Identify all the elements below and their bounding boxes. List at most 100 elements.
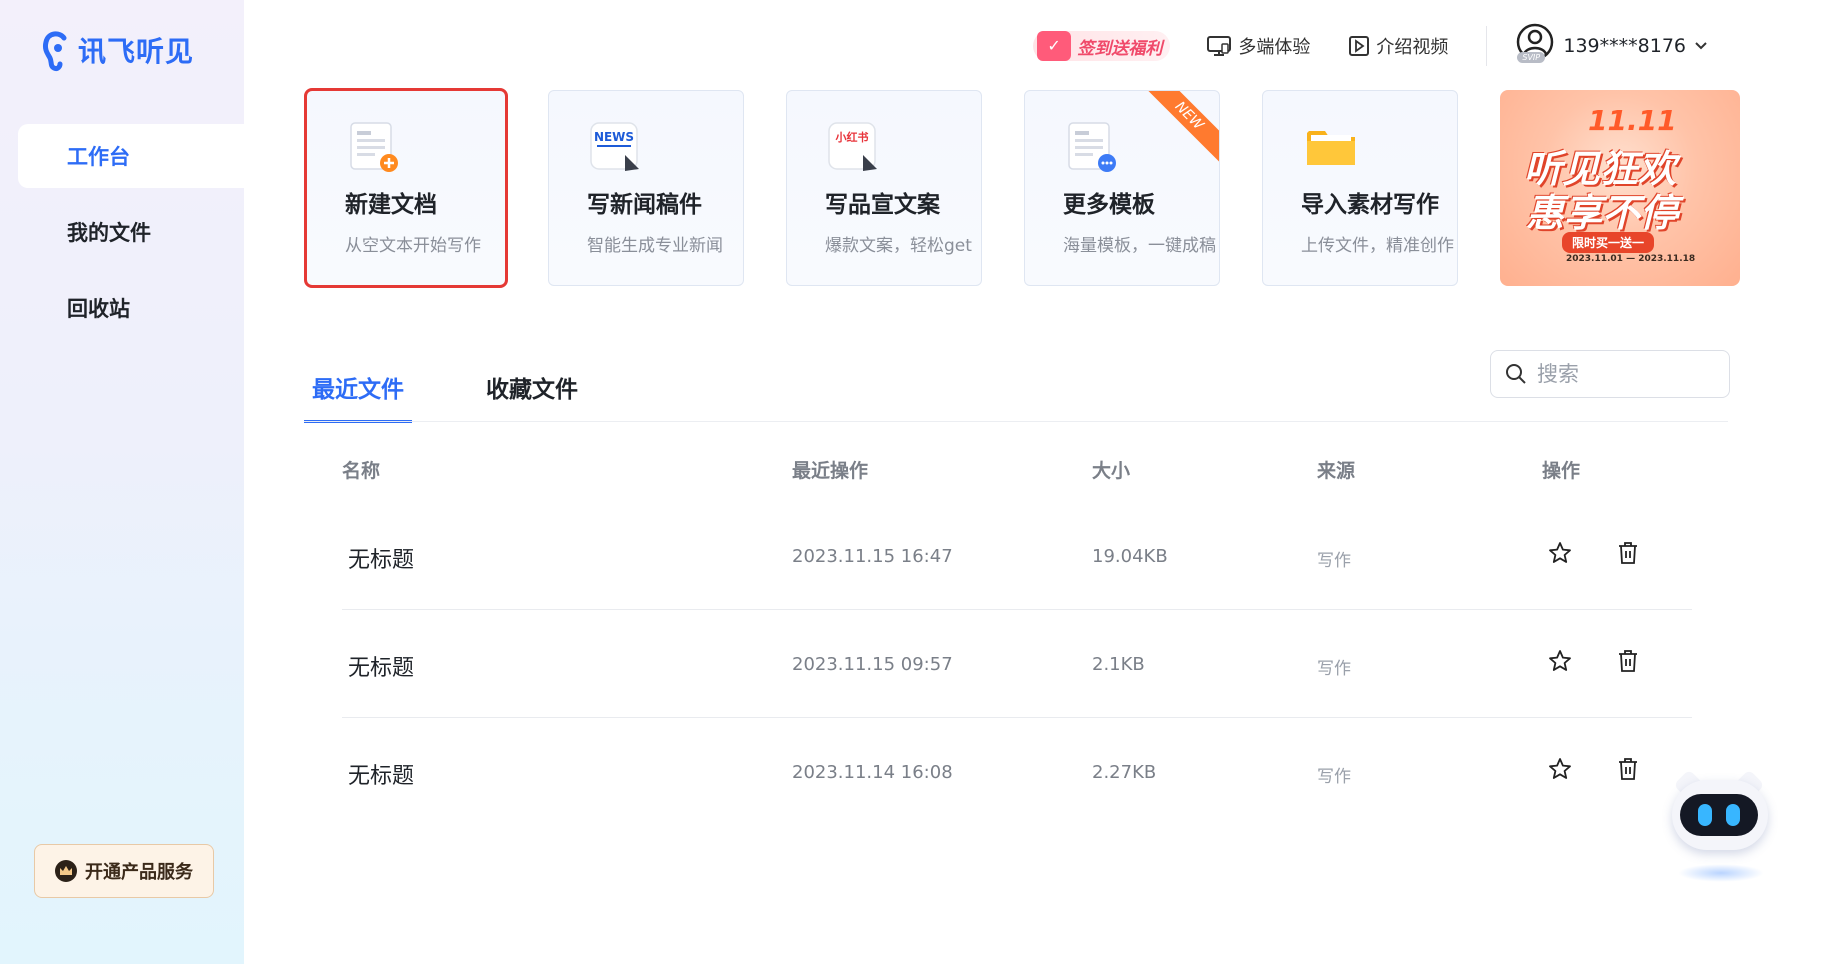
card-title: 写新闻稿件 <box>587 192 702 218</box>
xiaohongshu-icon: 小红书 <box>827 121 879 173</box>
row-actions <box>1548 648 1640 674</box>
news-icon-text: NEWS <box>594 130 634 144</box>
card-desc: 爆款文案，轻松get <box>825 236 972 256</box>
subscribe-button[interactable]: 开通产品服务 <box>34 844 214 898</box>
robot-glow <box>1678 864 1764 882</box>
row-actions <box>1548 540 1640 566</box>
col-time-header: 最近操作 <box>792 460 869 482</box>
tabs-divider <box>304 421 1728 422</box>
banner-period: 2023.11.01 — 2023.11.18 <box>1566 254 1696 264</box>
top-header: 签到送福利 多端体验 介绍视频 <box>1033 22 1708 70</box>
logo[interactable]: 讯飞听见 <box>40 28 194 72</box>
intro-video-link[interactable]: 介绍视频 <box>1348 33 1448 59</box>
calendar-check-icon <box>1037 31 1072 61</box>
file-tabs: 最近文件 收藏文件 <box>304 370 586 423</box>
col-actions-header: 操作 <box>1542 460 1581 482</box>
news-icon: NEWS <box>589 121 641 173</box>
avatar: SVIP <box>1515 22 1555 70</box>
more-templates-card[interactable]: NEW 更多模板 海量模板，一键成稿 <box>1024 90 1220 286</box>
monitor-icon <box>1207 36 1232 56</box>
file-time: 2023.11.15 16:47 <box>792 546 953 567</box>
banner-line2: 惠享不停 <box>1526 191 1679 235</box>
sidebar-item-my-files[interactable]: 我的文件 <box>18 200 244 264</box>
trash-icon[interactable] <box>1616 540 1640 566</box>
banner-date-title: 11.11 <box>1588 104 1677 137</box>
table-row[interactable]: 无标题 2023.11.14 16:08 2.27KB 写作 <box>342 718 1692 826</box>
sign-in-label: 签到送福利 <box>1077 38 1163 59</box>
multi-device-label: 多端体验 <box>1238 37 1311 58</box>
promo-copy-card[interactable]: 小红书 写品宣文案 爆款文案，轻松get <box>786 90 982 286</box>
card-desc: 上传文件，精准创作 <box>1301 236 1454 256</box>
card-desc: 从空文本开始写作 <box>345 236 481 256</box>
col-source-header: 来源 <box>1317 460 1356 482</box>
file-name[interactable]: 无标题 <box>348 758 414 790</box>
robot-eye <box>1726 804 1740 826</box>
sidebar-item-label: 我的文件 <box>67 221 151 245</box>
new-badge: NEW <box>1138 91 1219 167</box>
file-source: 写作 <box>1317 767 1351 787</box>
robot-eye <box>1698 804 1712 826</box>
file-size: 2.1KB <box>1092 654 1145 675</box>
search-box[interactable] <box>1490 350 1730 398</box>
file-size: 2.27KB <box>1092 762 1157 783</box>
header-divider <box>1486 26 1488 66</box>
file-name[interactable]: 无标题 <box>348 542 414 574</box>
col-size-header: 大小 <box>1092 460 1131 482</box>
vip-badge: SVIP <box>1517 52 1546 63</box>
file-time: 2023.11.15 09:57 <box>792 654 953 675</box>
sidebar-item-label: 工作台 <box>67 145 130 169</box>
table-header: 名称 最近操作 大小 来源 操作 <box>342 456 1692 486</box>
multi-device-link[interactable]: 多端体验 <box>1206 33 1310 59</box>
star-icon[interactable] <box>1548 540 1572 566</box>
subscribe-label: 开通产品服务 <box>85 862 193 883</box>
play-video-icon <box>1349 36 1370 56</box>
search-input[interactable] <box>1537 362 1717 386</box>
card-title: 写品宣文案 <box>825 192 940 218</box>
file-time: 2023.11.14 16:08 <box>792 762 953 783</box>
news-writing-card[interactable]: NEWS 写新闻稿件 智能生成专业新闻 <box>548 90 744 286</box>
star-icon[interactable] <box>1548 756 1572 782</box>
card-title: 新建文档 <box>345 192 437 218</box>
new-doc-card[interactable]: 新建文档 从空文本开始写作 <box>304 88 508 288</box>
card-desc: 智能生成专业新闻 <box>587 236 723 256</box>
sidebar-item-recycle-bin[interactable]: 回收站 <box>18 276 244 340</box>
robot-face <box>1680 794 1758 836</box>
sidebar-nav: 工作台 我的文件 回收站 <box>0 124 244 352</box>
file-source: 写作 <box>1317 659 1351 679</box>
tab-recent-files[interactable]: 最近文件 <box>304 370 412 423</box>
row-actions <box>1548 756 1640 782</box>
template-icon <box>1065 121 1117 173</box>
table-row[interactable]: 无标题 2023.11.15 16:47 19.04KB 写作 <box>342 502 1692 610</box>
trash-icon[interactable] <box>1616 648 1640 674</box>
user-phone: 139****8176 <box>1563 35 1686 57</box>
table-row[interactable]: 无标题 2023.11.15 09:57 2.1KB 写作 <box>342 610 1692 718</box>
folder-icon <box>1303 121 1355 173</box>
banner-promo: 限时买一送一 <box>1562 232 1655 253</box>
col-name-header: 名称 <box>342 460 381 482</box>
promo-banner[interactable]: 11.11 听见狂欢 惠享不停 限时买一送一 2023.11.01 — 2023… <box>1500 90 1740 286</box>
tab-favorite-files[interactable]: 收藏文件 <box>478 370 586 423</box>
sidebar-item-label: 回收站 <box>67 297 130 321</box>
user-menu[interactable]: SVIP 139****8176 <box>1515 22 1708 70</box>
crown-icon <box>55 860 77 882</box>
logo-ear-icon <box>43 31 67 71</box>
file-size: 19.04KB <box>1092 546 1168 567</box>
star-icon[interactable] <box>1548 648 1572 674</box>
import-material-card[interactable]: 导入素材写作 上传文件，精准创作 <box>1262 90 1458 286</box>
chevron-down-icon <box>1695 42 1707 50</box>
intro-video-label: 介绍视频 <box>1376 37 1449 58</box>
trash-icon[interactable] <box>1616 756 1640 782</box>
card-title: 导入素材写作 <box>1301 192 1439 218</box>
ai-assistant-robot-icon[interactable] <box>1668 769 1770 884</box>
feature-cards: 新建文档 从空文本开始写作 NEWS 写新闻稿件 智能生成专业新闻 小红书 写品… <box>304 88 1740 288</box>
logo-text: 讯飞听见 <box>78 35 195 68</box>
card-title: 更多模板 <box>1063 192 1155 218</box>
file-name[interactable]: 无标题 <box>348 650 414 682</box>
new-doc-icon <box>347 121 399 173</box>
file-source: 写作 <box>1317 551 1351 571</box>
search-icon <box>1506 364 1526 384</box>
xiaohongshu-icon-text: 小红书 <box>835 130 869 144</box>
app-root: 讯飞听见 工作台 我的文件 回收站 开通产品服务 签到送福利 <box>0 0 1838 964</box>
sign-in-reward-button[interactable]: 签到送福利 <box>1033 31 1171 61</box>
sidebar-item-workbench[interactable]: 工作台 <box>18 124 244 188</box>
